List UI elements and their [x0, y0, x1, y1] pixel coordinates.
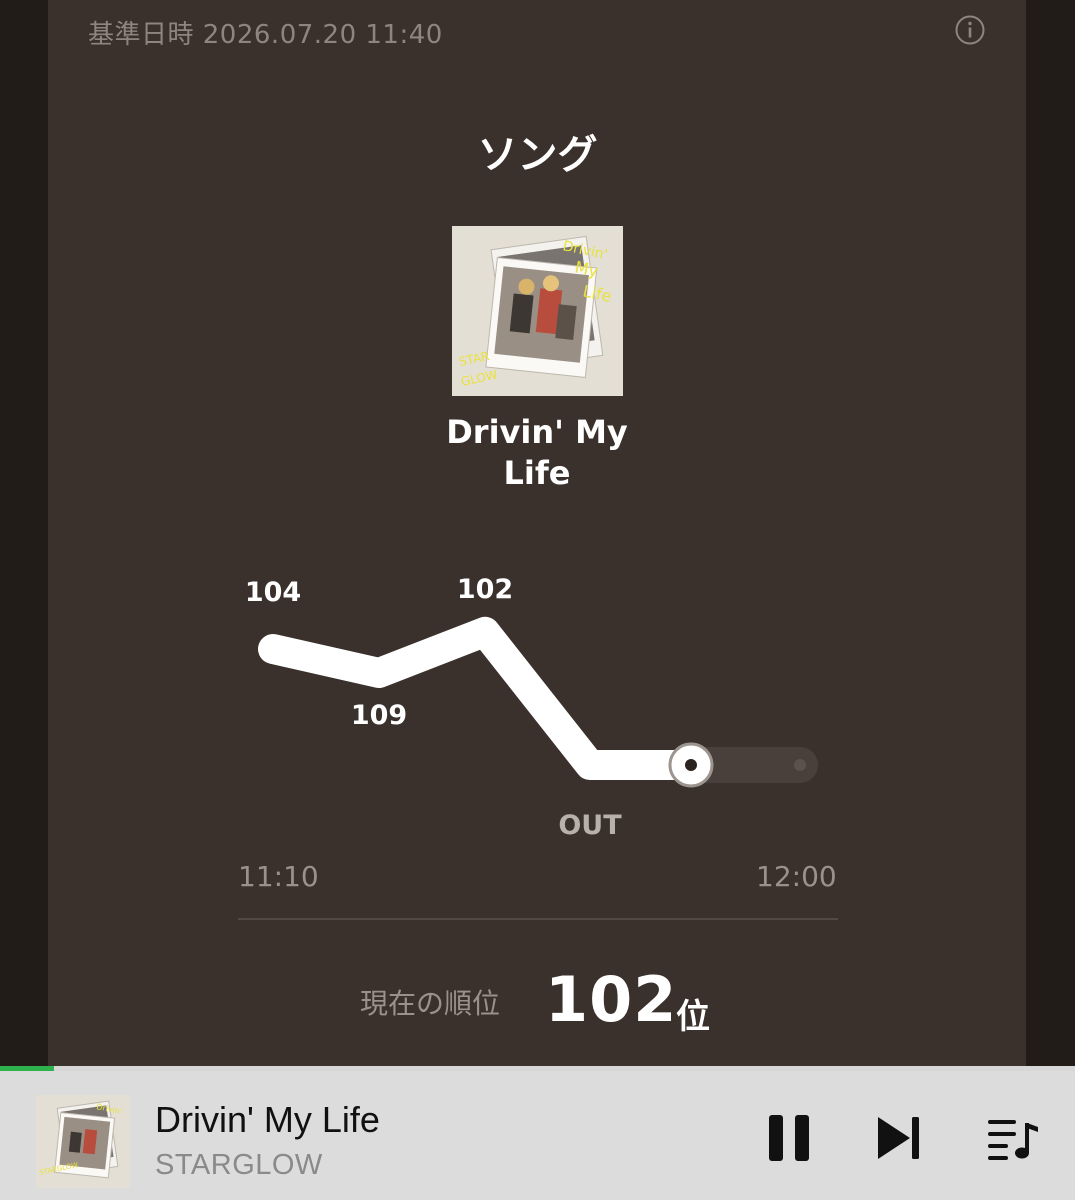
chart-point-label: 102 [457, 574, 513, 605]
chart-point-label: 104 [245, 577, 301, 608]
chart-point-label: 109 [351, 700, 407, 731]
skip-next-icon[interactable] [876, 1115, 924, 1161]
mini-player[interactable]: Drivin' STARGLOW Drivin' My Life STARGLO… [0, 1071, 1075, 1200]
rank-trend-chart: 104 109 102 OUT [245, 574, 818, 841]
queue-music-icon[interactable] [986, 1117, 1040, 1161]
current-rank-unit: 位 [676, 997, 710, 1037]
chart-rank-line [258, 616, 706, 780]
current-rank-label: 現在の順位 [360, 987, 501, 1020]
player-song-title[interactable]: Drivin' My Life [155, 1099, 380, 1141]
player-album-art[interactable]: Drivin' STARGLOW [36, 1095, 130, 1188]
player-artist-name[interactable]: STARGLOW [155, 1149, 323, 1182]
chart-point-label: OUT [558, 810, 622, 841]
divider [238, 918, 838, 920]
x-axis-start-label: 11:10 [238, 860, 319, 893]
chart-future-point [794, 759, 806, 771]
chart-current-point-dot [685, 759, 697, 771]
pause-icon[interactable] [766, 1113, 814, 1163]
x-axis-end-label: 12:00 [756, 860, 837, 893]
current-rank-value: 102 [545, 963, 678, 1036]
